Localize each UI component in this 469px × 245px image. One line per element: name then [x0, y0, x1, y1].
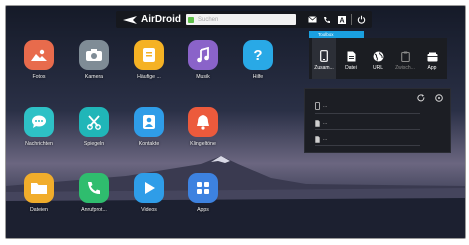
app-kontakte[interactable]: Kontakte	[128, 107, 170, 147]
desktop-screen: AirDroid Suchen A Fotos Kamera Häufige .…	[5, 5, 466, 239]
app-label: Apps	[197, 207, 209, 213]
phone-device-icon	[315, 102, 320, 110]
font-icon[interactable]: A	[336, 14, 348, 26]
list-item[interactable]: ...	[315, 118, 327, 128]
brand-name: AirDroid	[141, 14, 181, 25]
tool-label: Zusam...	[314, 65, 334, 71]
power-icon[interactable]	[355, 14, 367, 26]
phone-device-icon	[320, 50, 328, 62]
app-haeufige[interactable]: Häufige ...	[128, 40, 170, 80]
photos-icon	[24, 40, 54, 70]
tool-url[interactable]: URL	[366, 38, 390, 71]
app-label: Fotos	[32, 74, 46, 80]
file-icon	[315, 119, 320, 127]
files-icon	[134, 40, 164, 70]
app-kamera[interactable]: Kamera	[73, 40, 115, 80]
app-label: Musik	[196, 74, 210, 80]
apps-grid-icon	[188, 173, 218, 203]
divider	[315, 129, 420, 130]
tool-label: URL	[372, 65, 383, 71]
transfer-panel: ... ... ...	[304, 88, 451, 153]
call-log-icon	[79, 173, 109, 203]
app-box-icon	[427, 52, 437, 62]
folder-icon	[24, 173, 54, 203]
refresh-icon[interactable]	[417, 94, 425, 104]
help-icon: ?	[243, 40, 273, 70]
video-icon	[134, 173, 164, 203]
airdroid-arrow-icon	[123, 15, 137, 24]
airdroid-logo: AirDroid	[122, 14, 182, 25]
tool-datei[interactable]: Datei	[339, 38, 363, 71]
list-item-text: ...	[323, 120, 328, 126]
toolbar-divider	[351, 14, 352, 25]
app-label: Spiegeln	[83, 141, 105, 147]
app-apps[interactable]: Apps	[182, 173, 224, 213]
toolbox-tab[interactable]: Toolbox	[309, 31, 364, 38]
contacts-icon	[134, 107, 164, 137]
tool-zwischenablage[interactable]: Zwisch...	[393, 38, 417, 71]
app-dateien[interactable]: Dateien	[18, 173, 60, 213]
tool-label: Datei	[345, 65, 357, 71]
camera-icon	[79, 40, 109, 70]
messages-icon	[24, 107, 54, 137]
app-label: Anrufprot...	[81, 207, 107, 213]
top-bar: AirDroid Suchen A	[116, 11, 372, 28]
app-label: Klingeltöne	[190, 141, 216, 147]
app-label: Kontakte	[138, 141, 160, 147]
app-fotos[interactable]: Fotos	[18, 40, 60, 80]
app-label: Häufige ...	[137, 74, 161, 80]
divider	[315, 145, 420, 146]
app-label: Kamera	[84, 74, 104, 80]
svg-text:A: A	[339, 17, 344, 23]
app-label: Dateien	[30, 207, 48, 213]
list-item[interactable]: ...	[315, 101, 327, 111]
bell-icon	[188, 107, 218, 137]
list-item-text: ...	[323, 136, 328, 142]
search-app-icon	[188, 16, 194, 23]
list-item-text: ...	[323, 103, 328, 109]
divider	[315, 113, 420, 114]
file-icon	[347, 51, 355, 62]
search-placeholder: Suchen	[198, 16, 219, 23]
mirror-icon	[79, 107, 109, 137]
app-label: Nachrichten	[25, 141, 53, 147]
tool-label: Zwisch...	[395, 65, 415, 71]
toolbox-tab-label: Toolbox	[318, 32, 334, 37]
phone-icon[interactable]	[321, 14, 333, 26]
mail-icon[interactable]	[306, 14, 318, 26]
app-klingeltoene[interactable]: Klingeltöne	[182, 107, 224, 147]
list-item[interactable]: ...	[315, 134, 327, 144]
search-input[interactable]: Suchen	[186, 14, 296, 25]
app-label: Videos	[141, 207, 157, 213]
toolbox-panel: Zusam... Datei URL Zwisch... App	[309, 38, 447, 79]
app-label: Hilfe	[252, 74, 264, 80]
app-spiegeln[interactable]: Spiegeln	[73, 107, 115, 147]
tool-zusammenfassung[interactable]: Zusam...	[312, 38, 336, 79]
globe-icon	[373, 51, 383, 62]
app-anrufprot[interactable]: Anrufprot...	[73, 173, 115, 213]
app-musik[interactable]: Musik	[182, 40, 224, 80]
app-nachrichten[interactable]: Nachrichten	[18, 107, 60, 147]
clipboard-icon	[400, 51, 410, 62]
settings-circle-icon[interactable]	[435, 94, 443, 104]
tool-app[interactable]: App	[420, 38, 444, 71]
file-icon	[315, 135, 320, 143]
app-hilfe[interactable]: ? Hilfe	[237, 40, 279, 80]
music-icon	[188, 40, 218, 70]
svg-text:?: ?	[253, 47, 262, 63]
tool-label: App	[427, 65, 437, 71]
app-videos[interactable]: Videos	[128, 173, 170, 213]
